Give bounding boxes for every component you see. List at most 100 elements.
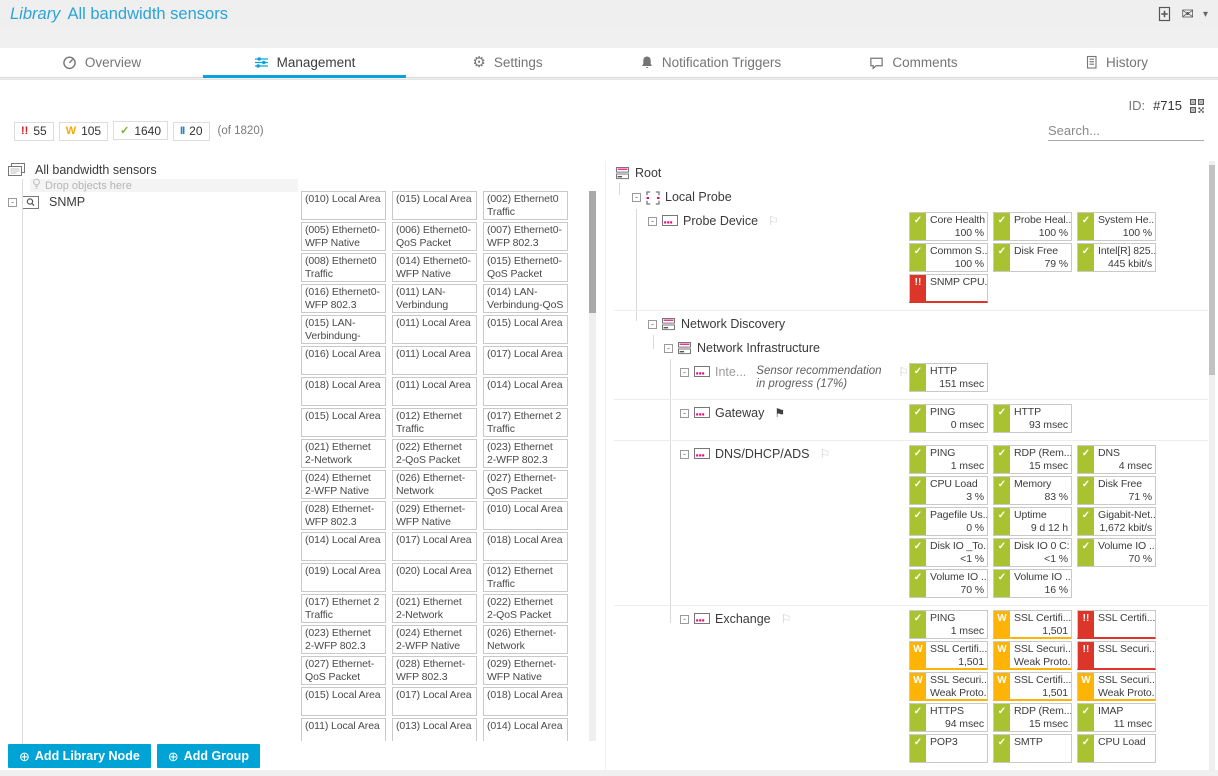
grid-tile[interactable]: (019) Local Area: [301, 563, 386, 592]
grid-tile[interactable]: (007) Ethernet0-WFP 802.3: [483, 222, 568, 251]
tab-comments[interactable]: Comments: [812, 48, 1015, 77]
collapse-toggle-icon[interactable]: -: [680, 450, 689, 459]
grid-tile[interactable]: (015) Local Area: [392, 191, 477, 220]
flag-icon[interactable]: ⚐: [781, 612, 792, 626]
grid-tile[interactable]: (016) Ethernet0-WFP 802.3: [301, 284, 386, 313]
scrollbar-thumb[interactable]: [1209, 165, 1215, 375]
sensor-tile[interactable]: ✓System He...100 %: [1077, 212, 1156, 241]
grid-tile[interactable]: (014) LAN-Verbindung-QoS: [483, 284, 568, 313]
grid-tile[interactable]: (017) Local Area: [392, 687, 477, 716]
grid-tile[interactable]: (017) Local Area: [392, 532, 477, 561]
sensor-tile[interactable]: ✓IMAP11 msec: [1077, 703, 1156, 732]
sensor-tile[interactable]: ✓Disk IO 0 C:<1 %: [993, 538, 1072, 567]
grid-tile[interactable]: (005) Ethernet0-WFP Native: [301, 222, 386, 251]
sensor-tile[interactable]: ✓HTTPS94 msec: [909, 703, 988, 732]
grid-tile[interactable]: (011) Local Area: [392, 377, 477, 406]
grid-tile[interactable]: (006) Ethernet0-QoS Packet: [392, 222, 477, 251]
grid-tile[interactable]: (018) Local Area: [301, 377, 386, 406]
grid-tile[interactable]: (017) Ethernet 2 Traffic: [483, 408, 568, 437]
add-library-node-button[interactable]: ⊕ Add Library Node: [8, 744, 151, 768]
sensor-tile[interactable]: ✓PING1 msec: [909, 445, 988, 474]
sensor-tile[interactable]: ✓Core Health100 %: [909, 212, 988, 241]
grid-tile[interactable]: (029) Ethernet-WFP Native: [392, 501, 477, 530]
sensor-tile[interactable]: ✓Common S...100 %: [909, 243, 988, 272]
grid-tile[interactable]: (008) Ethernet0 Traffic: [301, 253, 386, 282]
envelope-icon[interactable]: ✉: [1181, 5, 1194, 23]
tree-node[interactable]: -Local Probe: [614, 187, 909, 211]
sensor-tile[interactable]: WSSL Certifi...1,501: [993, 610, 1072, 639]
collapse-toggle-icon[interactable]: -: [8, 198, 17, 207]
library-root-node[interactable]: All bandwidth sensors: [8, 161, 298, 178]
collapse-toggle-icon[interactable]: -: [680, 368, 689, 377]
tree-node[interactable]: -Inte...Sensor recommendation in progres…: [614, 362, 909, 391]
grid-tile[interactable]: (015) Local Area: [301, 687, 386, 716]
sensor-tile[interactable]: ✓HTTP151 msec: [909, 363, 988, 392]
grid-tile[interactable]: (013) Local Area: [392, 718, 477, 741]
sensor-tile[interactable]: !!SSL Certifi...: [1077, 610, 1156, 639]
tree-node-label[interactable]: Root: [635, 166, 661, 180]
grid-tile[interactable]: (014) Ethernet0-WFP Native: [392, 253, 477, 282]
grid-tile[interactable]: (015) LAN-Verbindung-: [301, 315, 386, 344]
grid-tile[interactable]: (011) Local Area: [301, 718, 386, 741]
tree-node-label[interactable]: Probe Device: [683, 214, 758, 228]
tab-notification-triggers[interactable]: Notification Triggers: [609, 48, 812, 77]
tree-node-label[interactable]: Network Discovery: [681, 317, 785, 331]
grid-tile[interactable]: (015) Ethernet0-QoS Packet: [483, 253, 568, 282]
collapse-toggle-icon[interactable]: -: [648, 217, 657, 226]
grid-tile[interactable]: (014) Local Area: [483, 718, 568, 741]
tree-node-label[interactable]: Inte...: [715, 365, 746, 379]
grid-tile[interactable]: (021) Ethernet 2-Network: [392, 594, 477, 623]
tree-node[interactable]: -Exchange⚐: [614, 609, 909, 633]
tree-node[interactable]: -Network Discovery: [614, 314, 909, 338]
tree-node[interactable]: Root: [614, 163, 909, 187]
search-input[interactable]: [1048, 123, 1218, 138]
status-badge-down[interactable]: !!55: [14, 122, 54, 141]
grid-tile[interactable]: (018) Local Area: [483, 687, 568, 716]
grid-tile[interactable]: (021) Ethernet 2-Network: [301, 439, 386, 468]
grid-tile[interactable]: (014) Local Area: [301, 532, 386, 561]
sensor-tile[interactable]: ✓PING0 msec: [909, 404, 988, 433]
sensor-tile[interactable]: ✓Volume IO ...70 %: [1077, 538, 1156, 567]
tree-node-label[interactable]: Gateway: [715, 406, 764, 420]
sensor-tile[interactable]: ✓Disk Free71 %: [1077, 476, 1156, 505]
grid-tile[interactable]: (014) Local Area: [483, 377, 568, 406]
tree-node[interactable]: -Probe Device⚐: [614, 211, 909, 235]
new-window-icon[interactable]: [1157, 6, 1172, 22]
grid-tile[interactable]: (026) Ethernet-Network: [392, 470, 477, 499]
grid-tile[interactable]: (017) Local Area: [483, 346, 568, 375]
sensor-tile[interactable]: ✓RDP (Rem...15 msec: [993, 703, 1072, 732]
grid-tile[interactable]: (028) Ethernet-WFP 802.3: [392, 656, 477, 685]
collapse-toggle-icon[interactable]: -: [664, 344, 673, 353]
sensor-tile[interactable]: ✓Intel[R] 825...445 kbit/s: [1077, 243, 1156, 272]
add-group-button[interactable]: ⊕ Add Group: [157, 744, 260, 768]
library-node-snmp[interactable]: - SNMP: [8, 193, 298, 211]
sensor-tile[interactable]: !!SNMP CPU...: [909, 274, 988, 303]
sensor-tile[interactable]: WSSL Certifi...1,501: [909, 641, 988, 670]
collapse-toggle-icon[interactable]: -: [680, 615, 689, 624]
sensor-tile[interactable]: WSSL Securi...Weak Proto...: [993, 641, 1072, 670]
grid-tile[interactable]: (010) Local Area: [483, 501, 568, 530]
status-badge-warning[interactable]: W105: [59, 122, 108, 141]
grid-tile[interactable]: (022) Ethernet 2-QoS Packet: [483, 594, 568, 623]
tab-history[interactable]: History: [1015, 48, 1218, 77]
sensor-tile[interactable]: ✓Volume IO ...70 %: [909, 569, 988, 598]
tree-node[interactable]: - Network Infrastructure: [614, 338, 909, 362]
tab-overview[interactable]: Overview: [0, 48, 203, 77]
grid-tile[interactable]: (011) LAN-Verbindung: [392, 284, 477, 313]
grid-tile[interactable]: (022) Ethernet 2-QoS Packet: [392, 439, 477, 468]
sensor-tile[interactable]: ✓RDP (Rem...15 msec: [993, 445, 1072, 474]
sensor-tile[interactable]: ✓Gigabit-Net...1,672 kbit/s: [1077, 507, 1156, 536]
flag-icon[interactable]: ⚐: [819, 447, 830, 461]
tree-node-label[interactable]: Network Infrastructure: [697, 341, 820, 355]
grid-tile[interactable]: (011) Local Area: [392, 315, 477, 344]
sensor-tile[interactable]: ✓Uptime9 d 12 h: [993, 507, 1072, 536]
tab-settings[interactable]: ⚙Settings: [406, 48, 609, 77]
grid-tile[interactable]: (027) Ethernet-QoS Packet: [483, 470, 568, 499]
grid-tile[interactable]: (016) Local Area: [301, 346, 386, 375]
grid-tile[interactable]: (017) Ethernet 2 Traffic: [301, 594, 386, 623]
sensor-tile[interactable]: ✓DNS4 msec: [1077, 445, 1156, 474]
grid-tile[interactable]: (023) Ethernet 2-WFP 802.3: [301, 625, 386, 654]
grid-tile[interactable]: (020) Local Area: [392, 563, 477, 592]
grid-tile[interactable]: (015) Local Area: [301, 408, 386, 437]
sensor-tile[interactable]: WSSL Certifi...1,501: [993, 672, 1072, 701]
